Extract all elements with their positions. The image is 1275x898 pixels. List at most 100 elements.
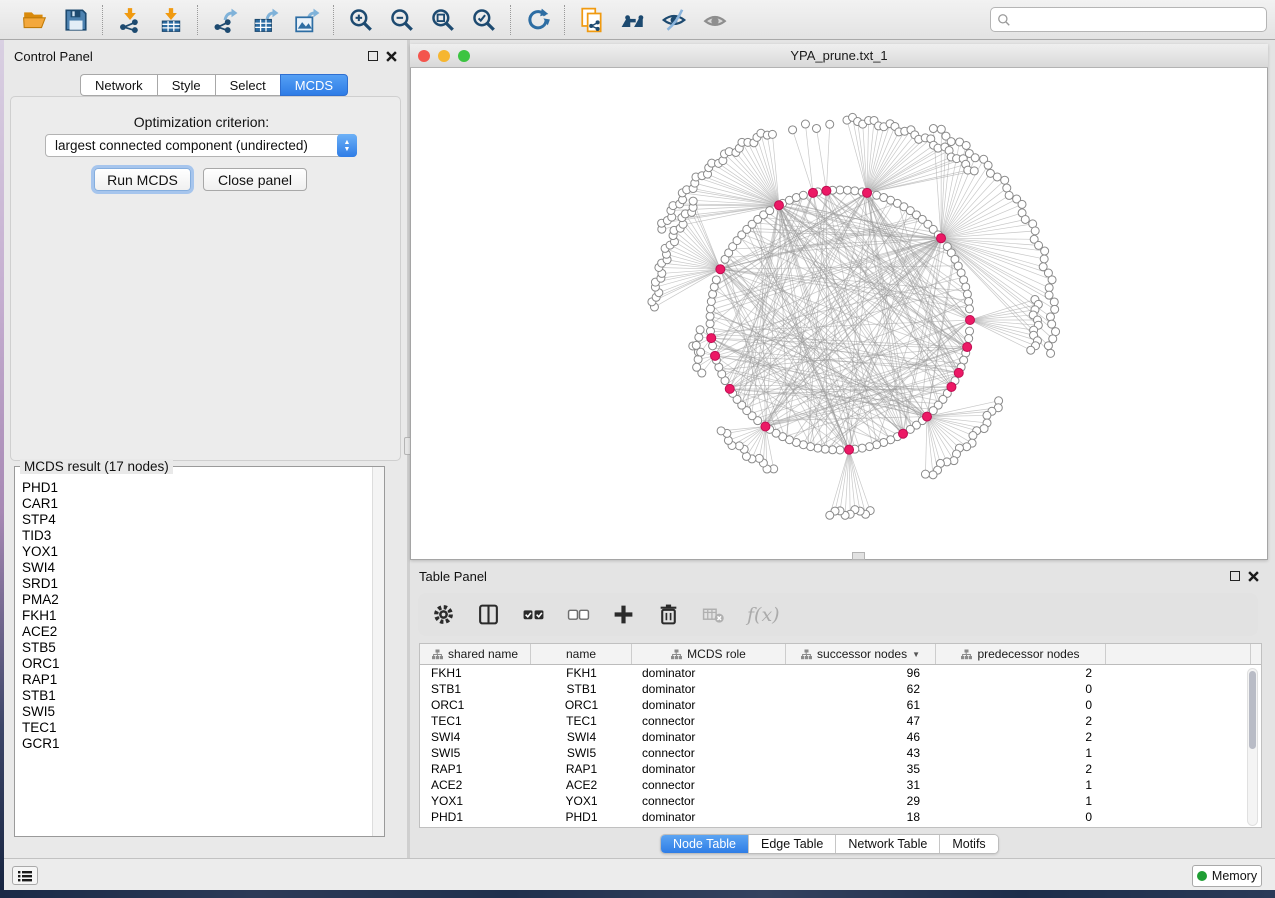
table-cell[interactable]: SWI4 [531,730,632,744]
import-table-icon[interactable] [157,6,184,33]
graph-node[interactable] [829,446,837,454]
mcds-result-item[interactable]: FKH1 [22,608,370,624]
network-canvas[interactable] [411,68,1267,559]
tab-select[interactable]: Select [215,74,280,96]
zoom-selected-icon[interactable] [470,6,497,33]
select-all-columns-icon[interactable] [522,603,545,626]
graph-leaf-node[interactable] [983,411,991,419]
graph-leaf-node[interactable] [1045,291,1053,299]
run-mcds-button[interactable]: Run MCDS [94,168,191,191]
mcds-hub-node[interactable] [725,384,734,393]
table-scrollbar-thumb[interactable] [1249,671,1256,749]
graph-node[interactable] [836,446,844,454]
table-cell[interactable]: PHD1 [420,810,531,824]
deselect-all-columns-icon[interactable] [567,603,590,626]
mcds-result-item[interactable]: SWI4 [22,560,370,576]
graph-leaf-node[interactable] [921,470,929,478]
graph-leaf-node[interactable] [1031,227,1039,235]
graph-leaf-node[interactable] [1048,320,1056,328]
table-cell[interactable]: 1 [936,794,1106,808]
graph-leaf-node[interactable] [993,173,1001,181]
graph-leaf-node[interactable] [768,130,776,138]
graph-node[interactable] [712,276,720,284]
save-session-icon[interactable] [62,6,89,33]
graph-leaf-node[interactable] [1048,276,1056,284]
graph-leaf-node[interactable] [969,432,977,440]
graph-leaf-node[interactable] [826,511,834,519]
column-header-MCDS-role[interactable]: MCDS role [632,644,786,664]
table-row[interactable]: RAP1RAP1dominator352 [420,761,1261,777]
graph-leaf-node[interactable] [1041,247,1049,255]
mcds-hub-node[interactable] [937,234,946,243]
table-cell[interactable]: dominator [632,810,786,824]
mcds-result-item[interactable]: ORC1 [22,656,370,672]
mcds-result-item[interactable]: PMA2 [22,592,370,608]
mcds-result-item[interactable]: PHD1 [22,480,370,496]
graph-leaf-node[interactable] [1027,346,1035,354]
graph-node[interactable] [965,297,973,305]
graph-leaf-node[interactable] [692,341,700,349]
clone-network-icon[interactable] [578,6,605,33]
graph-node[interactable] [706,320,714,328]
graph-leaf-node[interactable] [980,425,988,433]
table-cell[interactable]: 1 [936,746,1106,760]
column-header-predecessor-nodes[interactable]: predecessor nodes [936,644,1106,664]
graph-leaf-node[interactable] [789,126,797,134]
table-cell[interactable]: TEC1 [420,714,531,728]
table-cell[interactable]: SWI5 [420,746,531,760]
graph-leaf-node[interactable] [1003,184,1011,192]
table-cell[interactable]: connector [632,794,786,808]
graph-leaf-node[interactable] [929,471,937,479]
mcds-result-item[interactable]: TID3 [22,528,370,544]
table-cell[interactable]: ACE2 [420,778,531,792]
graph-leaf-node[interactable] [1005,191,1013,199]
table-cell[interactable]: RAP1 [420,762,531,776]
node-table[interactable]: shared namenameMCDS rolesuccessor nodes▼… [419,643,1262,828]
table-cell[interactable]: 1 [936,778,1106,792]
mcds-hub-node[interactable] [808,188,817,197]
mcds-result-item[interactable]: YOX1 [22,544,370,560]
hide-selected-icon[interactable] [660,6,687,33]
mcds-hub-node[interactable] [922,412,931,421]
graph-leaf-node[interactable] [826,120,834,128]
table-cell[interactable]: STB1 [531,682,632,696]
memory-button[interactable]: Memory [1192,865,1262,887]
search-network-icon[interactable] [619,6,646,33]
graph-leaf-node[interactable] [1001,176,1009,184]
table-cell[interactable]: 29 [786,794,936,808]
graph-leaf-node[interactable] [735,442,743,450]
mcds-hub-node[interactable] [863,188,872,197]
mcds-result-item[interactable]: RAP1 [22,672,370,688]
graph-leaf-node[interactable] [755,454,763,462]
table-row[interactable]: ACE2ACE2connector311 [420,777,1261,793]
show-hidden-icon[interactable] [701,6,728,33]
graph-leaf-node[interactable] [962,141,970,149]
table-cell[interactable]: YOX1 [420,794,531,808]
graph-leaf-node[interactable] [947,138,955,146]
refresh-layout-icon[interactable] [524,6,551,33]
table-cell[interactable]: 61 [786,698,936,712]
graph-leaf-node[interactable] [1044,342,1052,350]
table-cell[interactable]: 2 [936,762,1106,776]
graph-leaf-node[interactable] [1047,349,1055,357]
delete-columns-icon[interactable] [657,603,680,626]
graph-node[interactable] [843,186,851,194]
mcds-hub-node[interactable] [707,334,716,343]
zoom-fit-icon[interactable] [429,6,456,33]
float-panel-icon[interactable] [368,51,378,61]
float-table-panel-icon[interactable] [1230,571,1240,581]
tab-mcds[interactable]: MCDS [280,74,348,96]
table-cell[interactable]: 35 [786,762,936,776]
split-view-icon[interactable] [477,603,500,626]
column-header-successor-nodes[interactable]: successor nodes▼ [786,644,936,664]
graph-node[interactable] [706,305,714,313]
export-image-icon[interactable] [293,6,320,33]
tab-node-table[interactable]: Node Table [661,835,749,853]
table-row[interactable]: ORC1ORC1dominator610 [420,697,1261,713]
table-cell[interactable]: 47 [786,714,936,728]
graph-node[interactable] [965,335,973,343]
graph-node[interactable] [966,327,974,335]
table-cell[interactable]: 0 [936,682,1106,696]
add-column-icon[interactable] [612,603,635,626]
graph-leaf-node[interactable] [963,443,971,451]
